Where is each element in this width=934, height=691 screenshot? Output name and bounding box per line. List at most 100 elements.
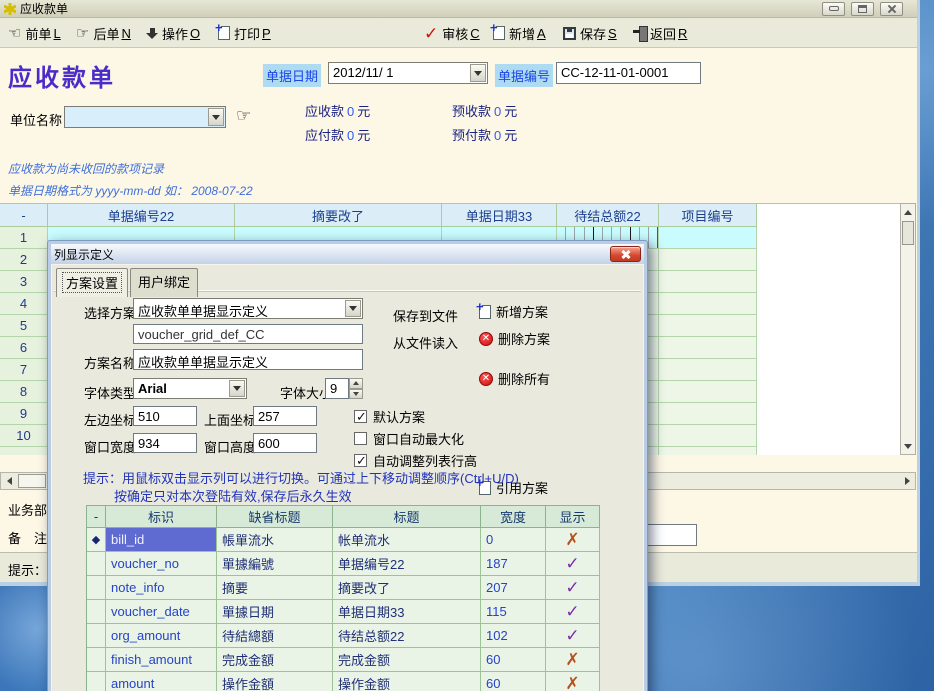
def-cell-w[interactable]: 187 (481, 552, 546, 576)
def-cell-cap[interactable]: 单据编号22 (333, 552, 481, 576)
def-header-width[interactable]: 宽度 (481, 506, 546, 528)
doc-no-input[interactable]: CC-12-11-01-0001 (556, 62, 701, 84)
table-cell[interactable] (659, 227, 757, 249)
restore-button[interactable] (851, 2, 874, 16)
def-header-default-caption[interactable]: 缺省标题 (217, 506, 333, 528)
visible-check-icon[interactable]: ✓ (546, 600, 600, 624)
def-cell-id[interactable]: voucher_date (106, 600, 217, 624)
table-cell[interactable] (659, 359, 757, 381)
table-cell[interactable] (659, 381, 757, 403)
def-cell-defcap[interactable]: 完成金額 (217, 648, 333, 672)
def-cell-cap[interactable]: 帐单流水 (333, 528, 481, 552)
def-cell-defcap[interactable]: 帳單流水 (217, 528, 333, 552)
horizontal-scroll-thumb[interactable] (18, 474, 46, 488)
def-cell-id[interactable]: finish_amount (106, 648, 217, 672)
chevron-down-icon[interactable] (470, 64, 486, 82)
column-def-row[interactable]: amount操作金額操作金额60✗ (87, 672, 599, 691)
scroll-left-icon[interactable] (2, 474, 16, 488)
tab-user-binding[interactable]: 用户绑定 (130, 268, 198, 297)
window-height-input[interactable]: 600 (253, 433, 317, 453)
def-header-marker[interactable]: - (87, 506, 106, 528)
scheme-name-input[interactable]: 应收款单单据显示定义 (133, 349, 363, 370)
def-cell-cap[interactable]: 待结总额22 (333, 624, 481, 648)
def-cell-defcap[interactable]: 操作金額 (217, 672, 333, 691)
column-header-voucher-no[interactable]: 单据编号22 (48, 204, 235, 227)
top-coord-input[interactable]: 257 (253, 406, 317, 426)
spin-down-icon[interactable] (349, 389, 363, 400)
scroll-right-icon[interactable] (900, 474, 914, 488)
def-cell-cap[interactable]: 摘要改了 (333, 576, 481, 600)
delete-scheme-button[interactable]: 删除方案 (479, 329, 550, 348)
doc-date-combo[interactable]: 2012/11/ 1 (328, 62, 488, 84)
checkbox-auto-maximize[interactable]: 窗口自动最大化 (354, 429, 464, 448)
read-from-file-link[interactable]: 从文件读入 (393, 333, 458, 352)
font-size-input[interactable]: 9 (325, 378, 349, 399)
def-cell-id[interactable]: note_info (106, 576, 217, 600)
checkbox-default-scheme[interactable]: 默认方案 (354, 407, 425, 426)
scroll-up-icon[interactable] (901, 205, 915, 219)
column-def-row[interactable]: ◆bill_id帳單流水帐单流水0✗ (87, 528, 599, 552)
def-cell-defcap[interactable]: 單據日期 (217, 600, 333, 624)
scheme-code-input[interactable]: voucher_grid_def_CC (133, 324, 363, 344)
def-cell-id[interactable]: voucher_no (106, 552, 217, 576)
toolbar-button-add[interactable]: 新增A (493, 22, 546, 44)
vertical-scroll-thumb[interactable] (902, 221, 914, 245)
window-width-input[interactable]: 934 (133, 433, 197, 453)
close-button[interactable] (880, 2, 903, 16)
table-cell[interactable] (659, 403, 757, 425)
tab-scheme-settings[interactable]: 方案设置 (56, 268, 128, 297)
pointing-hand-icon[interactable]: ☞ (236, 106, 251, 126)
add-scheme-button[interactable]: 新增方案 (479, 302, 548, 321)
def-cell-w[interactable]: 0 (481, 528, 546, 552)
font-type-combo[interactable]: Arial (133, 378, 247, 399)
left-coord-input[interactable]: 510 (133, 406, 197, 426)
dialog-close-button[interactable] (610, 246, 641, 262)
chevron-down-icon[interactable] (208, 108, 224, 126)
checkbox-box[interactable] (354, 432, 367, 445)
def-cell-defcap[interactable]: 待結總額 (217, 624, 333, 648)
def-cell-id[interactable]: org_amount (106, 624, 217, 648)
def-header-caption[interactable]: 标题 (333, 506, 481, 528)
def-header-visible[interactable]: 显示 (546, 506, 600, 528)
visible-check-icon[interactable]: ✓ (546, 624, 600, 648)
table-cell[interactable] (659, 337, 757, 359)
table-cell[interactable] (659, 315, 757, 337)
column-header-note[interactable]: 摘要改了 (235, 204, 442, 227)
table-cell[interactable] (659, 293, 757, 315)
column-def-row[interactable]: org_amount待結總額待结总额22102✓ (87, 624, 599, 648)
table-cell[interactable] (659, 271, 757, 293)
scroll-down-icon[interactable] (901, 439, 915, 453)
toolbar-button-audit[interactable]: ✓ 审核C (424, 22, 480, 44)
toolbar-button-next[interactable]: ☞ 后单N (76, 22, 131, 44)
toolbar-button-print[interactable]: 打印P (218, 22, 271, 44)
save-to-file-link[interactable]: 保存到文件 (393, 306, 458, 325)
toolbar-button-back[interactable]: 返回R (633, 22, 687, 44)
visible-cross-icon[interactable]: ✗ (546, 672, 600, 691)
def-cell-cap[interactable]: 操作金额 (333, 672, 481, 691)
visible-check-icon[interactable]: ✓ (546, 576, 600, 600)
column-def-row[interactable]: voucher_date單據日期单据日期33115✓ (87, 600, 599, 624)
table-cell[interactable] (659, 249, 757, 271)
unit-name-combo[interactable] (64, 106, 226, 128)
def-cell-w[interactable]: 207 (481, 576, 546, 600)
toolbar-button-action[interactable]: 操作O (146, 22, 200, 44)
table-cell[interactable] (659, 447, 757, 455)
delete-all-button[interactable]: 删除所有 (479, 369, 550, 388)
def-cell-id[interactable]: bill_id (106, 528, 217, 552)
def-cell-id[interactable]: amount (106, 672, 217, 691)
column-header-marker[interactable]: - (0, 204, 48, 227)
scheme-select-combo[interactable]: 应收款单单据显示定义 (133, 298, 363, 319)
table-cell[interactable] (659, 425, 757, 447)
spin-up-icon[interactable] (349, 378, 363, 389)
column-def-row[interactable]: finish_amount完成金額完成金额60✗ (87, 648, 599, 672)
def-cell-w[interactable]: 60 (481, 672, 546, 691)
vertical-scrollbar[interactable] (900, 203, 916, 455)
checkbox-box[interactable] (354, 454, 367, 467)
chevron-down-icon[interactable] (345, 300, 361, 317)
def-cell-defcap[interactable]: 單據編號 (217, 552, 333, 576)
column-header-project[interactable]: 项目编号 (659, 204, 757, 227)
def-cell-w[interactable]: 102 (481, 624, 546, 648)
column-header-date[interactable]: 单据日期33 (442, 204, 557, 227)
visible-check-icon[interactable]: ✓ (546, 552, 600, 576)
def-cell-defcap[interactable]: 摘要 (217, 576, 333, 600)
